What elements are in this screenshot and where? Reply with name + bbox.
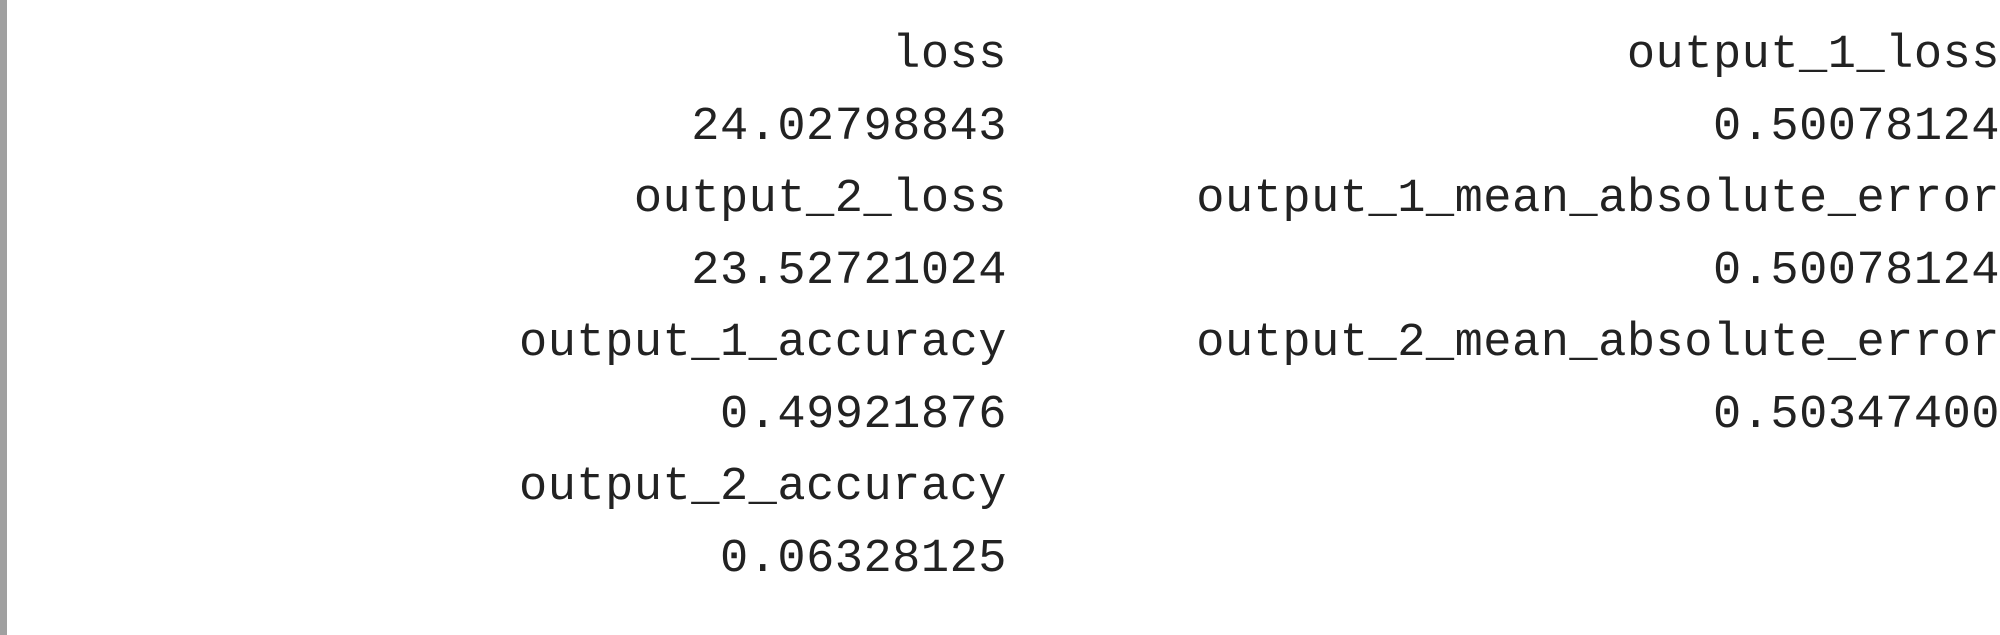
metric-value-output-1-mae: 0.50078124 [1712, 245, 2000, 298]
metric-value-output-2-mae: 0.50347400 [1712, 389, 2000, 442]
metric-name-output-2-mae: output_2_mean_absolute_error [1196, 317, 2000, 370]
metric-name-output-1-loss: output_1_loss [1626, 29, 2000, 82]
metric-name-output-1-accuracy: output_1_accuracy [519, 317, 1007, 370]
metric-value-output-2-accuracy: 0.06328125 [719, 533, 1007, 586]
metric-name-output-1-mae: output_1_mean_absolute_error [1196, 173, 2000, 226]
metric-name-output-2-accuracy: output_2_accuracy [519, 461, 1007, 514]
metric-name-loss: loss [892, 29, 1007, 82]
metric-name-output-2-loss: output_2_loss [633, 173, 1007, 226]
metrics-output: loss 24.02798843 output_2_loss 23.527210… [8, 0, 2000, 635]
metric-value-output-1-loss: 0.50078124 [1712, 101, 2000, 154]
metric-value-output-1-accuracy: 0.49921876 [719, 389, 1007, 442]
left-border-rule [0, 0, 7, 635]
metric-value-loss: 24.02798843 [691, 101, 1007, 154]
metric-value-output-2-loss: 23.52721024 [691, 245, 1007, 298]
